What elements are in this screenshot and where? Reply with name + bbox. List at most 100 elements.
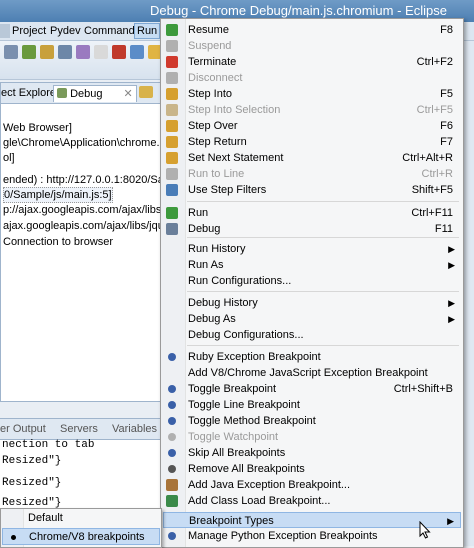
- menu-item-debug[interactable]: Debug F11: [163, 221, 461, 237]
- step-into-selection-icon: [166, 104, 178, 116]
- menu-item-label: Run As: [188, 259, 224, 271]
- menu-item-manage-python-exception-breakpoints[interactable]: Manage Python Exception Breakpoints: [163, 528, 461, 544]
- menu-item-label: Manage Python Exception Breakpoints: [188, 530, 378, 542]
- menu-item-accelerator: F8: [440, 24, 453, 36]
- menu-item-remove-all-breakpoints[interactable]: Remove All Breakpoints: [163, 461, 461, 477]
- menu-item-label: Debug Configurations...: [188, 329, 304, 341]
- watchpoint-icon: [168, 433, 176, 441]
- menu-item-add-class-load-breakpoint[interactable]: Add Class Load Breakpoint...: [163, 493, 461, 509]
- menu-item-label: Breakpoint Types: [189, 515, 274, 527]
- menu-item-accelerator: Ctrl+F11: [411, 207, 453, 219]
- menu-separator: [187, 201, 459, 202]
- menu-item-skip-all-breakpoints[interactable]: Skip All Breakpoints: [163, 445, 461, 461]
- menu-item-step-into-selection[interactable]: Step Into Selection Ctrl+F5: [163, 102, 461, 118]
- step-over-icon: [166, 120, 178, 132]
- menu-item-run-to-line[interactable]: Run to Line Ctrl+R: [163, 166, 461, 182]
- menu-item-label: Add Class Load Breakpoint...: [188, 495, 331, 507]
- submenu-arrow-icon: ▶: [448, 298, 455, 308]
- menu-item-accelerator: F6: [440, 120, 453, 132]
- menu-item-accelerator: F11: [434, 223, 453, 235]
- tree-line-selected[interactable]: 0/Sample/js/main.js:5]: [3, 187, 113, 203]
- submenu-item-default[interactable]: Default: [2, 510, 160, 527]
- menu-item-add-v8-chrome-javascript-exception-breakpoint[interactable]: Add V8/Chrome JavaScript Exception Break…: [163, 365, 461, 381]
- menu-item-run-as[interactable]: Run As ▶: [163, 257, 461, 273]
- suspend-icon: [166, 40, 178, 52]
- tab-servers[interactable]: Servers: [60, 421, 98, 437]
- toolbar-search-icon[interactable]: [58, 45, 72, 59]
- menu-item-set-next-statement[interactable]: Set Next Statement Ctrl+Alt+R: [163, 150, 461, 166]
- menu-item-label: Add V8/Chrome JavaScript Exception Break…: [188, 367, 428, 379]
- submenu-item-chrome-v8-breakpoints[interactable]: Chrome/V8 breakpoints: [2, 528, 160, 545]
- tree-line[interactable]: gle\Chrome\Application\chrome.exe: [3, 136, 177, 150]
- menu-item-toggle-watchpoint[interactable]: Toggle Watchpoint: [163, 429, 461, 445]
- menu-project[interactable]: Project: [10, 24, 48, 38]
- tab-project-explorer[interactable]: ect Explorer: [1, 85, 60, 101]
- menu-item-label: Step Over: [188, 120, 238, 132]
- menu-item-accelerator: F5: [440, 88, 453, 100]
- menu-item-debug-as[interactable]: Debug As ▶: [163, 311, 461, 327]
- menu-item-label: Step Into: [188, 88, 233, 100]
- menu-item-terminate[interactable]: Terminate Ctrl+F2: [163, 54, 461, 70]
- close-icon[interactable]: ✕: [124, 88, 133, 100]
- menu-run[interactable]: Run: [134, 23, 161, 39]
- menu-item-label: Resume: [188, 24, 229, 36]
- debug-icon: [166, 223, 178, 235]
- toolbar-run-icon[interactable]: [22, 45, 36, 59]
- tab-debug-label: Debug: [70, 88, 103, 100]
- menu-item-breakpoint-types[interactable]: Breakpoint Types ▶: [163, 512, 461, 528]
- menu-item-debug-configurations[interactable]: Debug Configurations...: [163, 327, 461, 343]
- radio-selected-icon: [11, 535, 16, 540]
- menu-item-label: Use Step Filters: [188, 184, 267, 196]
- menu-item-label: Remove All Breakpoints: [188, 463, 305, 475]
- menu-item-toggle-method-breakpoint[interactable]: Toggle Method Breakpoint: [163, 413, 461, 429]
- menu-item-use-step-filters[interactable]: Use Step Filters Shift+F5: [163, 182, 461, 198]
- menu-item-step-return[interactable]: Step Return F7: [163, 134, 461, 150]
- toolbar-external-tools-icon[interactable]: [40, 45, 54, 59]
- menu-separator: [187, 345, 459, 346]
- menu-item-ruby-exception-breakpoint[interactable]: Ruby Exception Breakpoint: [163, 349, 461, 365]
- tree-line[interactable]: Connection to browser: [3, 235, 113, 249]
- menu-item-step-into[interactable]: Step Into F5: [163, 86, 461, 102]
- menu-item-run-history[interactable]: Run History ▶: [163, 241, 461, 257]
- view-menu-icon[interactable]: [139, 86, 153, 98]
- tree-line[interactable]: Web Browser]: [3, 121, 72, 135]
- toolbar-open-type-icon[interactable]: [76, 45, 90, 59]
- menu-item-suspend[interactable]: Suspend: [163, 38, 461, 54]
- tree-line[interactable]: ol]: [3, 151, 15, 165]
- menu-item-step-over[interactable]: Step Over F6: [163, 118, 461, 134]
- menu-item-label: Skip All Breakpoints: [188, 447, 286, 459]
- menu-item-add-java-exception-breakpoint[interactable]: Add Java Exception Breakpoint...: [163, 477, 461, 493]
- menu-item-resume[interactable]: Resume F8: [163, 22, 461, 38]
- menu-item-label: Run to Line: [188, 168, 245, 180]
- menu-item-label: Ruby Exception Breakpoint: [188, 351, 321, 363]
- tab-variables[interactable]: Variables: [112, 421, 157, 437]
- submenu-item-label: Chrome/V8 breakpoints: [29, 531, 145, 543]
- menu-item-toggle-line-breakpoint[interactable]: Toggle Line Breakpoint: [163, 397, 461, 413]
- menu-item-label: Step Into Selection: [188, 104, 281, 116]
- disconnect-icon: [166, 72, 178, 84]
- menu-item-label: Debug: [188, 223, 221, 235]
- toolbar-new-icon[interactable]: [94, 45, 108, 59]
- menu-overflow: [0, 24, 10, 38]
- console-tabs: er Output Servers Variables: [0, 419, 162, 440]
- menu-item-label: Toggle Breakpoint: [188, 383, 277, 395]
- toolbar-terminate-icon[interactable]: [112, 45, 126, 59]
- menu-item-disconnect[interactable]: Disconnect: [163, 70, 461, 86]
- menu-item-accelerator: Ctrl+R: [421, 168, 453, 180]
- toolbar-row2: [4, 63, 154, 73]
- menu-pydev[interactable]: Pydev: [48, 24, 83, 38]
- submenu-arrow-icon: ▶: [448, 314, 455, 324]
- run-menu: Resume F8 Suspend Terminate Ctrl+F2 Disconnec…: [160, 18, 464, 548]
- tab-error-output[interactable]: er Output: [0, 421, 46, 437]
- tab-debug[interactable]: Debug ✕: [53, 85, 137, 102]
- console-line: Resized"}: [2, 477, 62, 489]
- console-line: Resized"}: [2, 455, 62, 467]
- toolbar-debug-icon[interactable]: [4, 45, 18, 59]
- menu-item-toggle-breakpoint[interactable]: Toggle Breakpoint Ctrl+Shift+B: [163, 381, 461, 397]
- toolbar-step-icon[interactable]: [130, 45, 144, 59]
- menu-item-run-configurations[interactable]: Run Configurations...: [163, 273, 461, 289]
- submenu-arrow-icon: ▶: [447, 516, 454, 526]
- submenu-arrow-icon: ▶: [448, 244, 455, 254]
- menu-item-run[interactable]: Run Ctrl+F11: [163, 205, 461, 221]
- menu-item-debug-history[interactable]: Debug History ▶: [163, 295, 461, 311]
